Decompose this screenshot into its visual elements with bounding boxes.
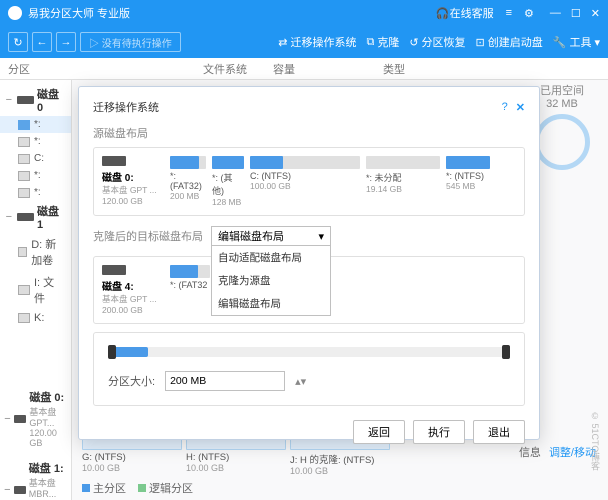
recover-icon: ↺	[409, 36, 418, 49]
slider-handle-right[interactable]	[502, 345, 510, 359]
migrate-dialog: 迁移操作系统 ? ✕ 源磁盘布局 磁盘 0:基本盘 GPT ...120.00 …	[78, 86, 540, 440]
back-button[interactable]: 返回	[353, 420, 405, 444]
tools-icon: 🔧	[553, 36, 567, 49]
disk1-header[interactable]: −磁盘 1	[0, 201, 71, 233]
layout-dropdown: 自动适配磁盘布局克隆为源盘编辑磁盘布局	[211, 245, 331, 316]
col-fs: 文件系统	[203, 61, 273, 77]
redo-button[interactable]: →	[56, 32, 76, 52]
watermark: © 51CTO博客	[589, 411, 602, 470]
settings-icon[interactable]: ⚙	[518, 7, 540, 20]
chevron-down-icon: ▾	[318, 230, 324, 243]
partition-item[interactable]: D: 新加卷	[0, 233, 71, 271]
clone-icon: ⧉	[366, 36, 374, 49]
layout-select[interactable]: 编辑磁盘布局▾	[211, 226, 331, 246]
partition-size-input[interactable]	[165, 371, 285, 391]
dialog-close-icon[interactable]: ✕	[516, 101, 525, 114]
partition-item[interactable]: C:	[0, 150, 71, 167]
migrate-os-button[interactable]: ⇄迁移操作系统	[278, 34, 356, 50]
dropdown-option[interactable]: 自动适配磁盘布局	[212, 246, 330, 269]
bootdisk-button[interactable]: ⊡创建启动盘	[476, 34, 543, 50]
usage-donut	[534, 114, 590, 170]
disk0-header[interactable]: −磁盘 0	[0, 84, 71, 116]
dropdown-option[interactable]: 编辑磁盘布局	[212, 292, 330, 315]
slider-handle-left[interactable]	[108, 345, 116, 359]
pending-ops: ▷ 没有待执行操作	[80, 32, 181, 52]
partition-item[interactable]: *:	[0, 184, 71, 201]
close-button[interactable]: ✕	[591, 7, 600, 20]
disk-icon	[17, 96, 34, 104]
recover-button[interactable]: ↺分区恢复	[409, 34, 465, 50]
partition-item[interactable]: *:	[0, 116, 71, 133]
partition-item[interactable]: *:	[0, 167, 71, 184]
help-icon[interactable]: ?	[502, 101, 508, 113]
minimize-button[interactable]: —	[550, 7, 561, 20]
clone-button[interactable]: ⧉克隆	[366, 34, 399, 50]
dialog-title: 迁移操作系统	[93, 99, 159, 115]
partition-item[interactable]: *:	[0, 133, 71, 150]
tools-button[interactable]: 🔧工具 ▾	[553, 34, 600, 50]
partition-item[interactable]: I: 文件	[0, 271, 71, 309]
undo-button[interactable]: ←	[32, 32, 52, 52]
execute-button[interactable]: 执行	[413, 420, 465, 444]
headset-icon: 🎧	[436, 8, 450, 20]
col-partition: 分区	[8, 61, 203, 77]
migrate-icon: ⇄	[278, 36, 287, 49]
online-service[interactable]: 🎧在线客服	[430, 5, 500, 21]
exit-button[interactable]: 退出	[473, 420, 525, 444]
refresh-button[interactable]: ↻	[8, 32, 28, 52]
app-title: 易我分区大师 专业版	[28, 5, 130, 21]
menu-icon[interactable]: ≡	[500, 7, 518, 19]
size-slider[interactable]	[108, 347, 510, 357]
col-type: 类型	[383, 61, 608, 77]
bootdisk-icon: ⊡	[476, 36, 485, 49]
dropdown-option[interactable]: 克隆为源盘	[212, 269, 330, 292]
partition-item[interactable]: K:	[0, 309, 71, 327]
maximize-button[interactable]: ☐	[571, 7, 581, 20]
stepper-icon[interactable]: ▴▾	[295, 375, 306, 388]
app-icon	[8, 6, 22, 20]
col-size: 容量	[273, 61, 383, 77]
